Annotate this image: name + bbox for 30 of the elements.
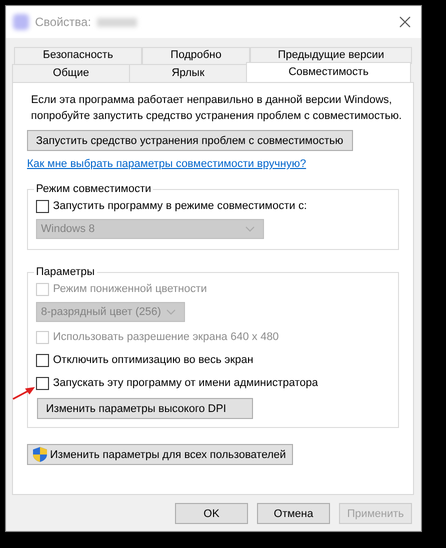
checkbox-label: Запустить программу в режиме совместимости с: <box>53 200 307 212</box>
dialog-button[interactable]: Отмена <box>257 503 330 524</box>
troubleshoot-button[interactable]: Запустить средство устранения проблем с совместимостью <box>27 130 353 151</box>
tab[interactable]: Общие <box>12 64 130 82</box>
help-link[interactable]: Как мне выбрать параметры совместимости вручную? <box>27 158 306 170</box>
checkbox-label: Режим пониженной цветности <box>53 283 207 295</box>
checkbox[interactable] <box>36 376 49 390</box>
all-users-button[interactable]: Изменить параметры для всех пользователей <box>27 444 293 465</box>
app-icon <box>13 14 29 30</box>
blurred-name <box>97 18 138 26</box>
shield-icon <box>32 446 48 463</box>
chevron-down-icon <box>166 309 176 315</box>
window-title: Свойства: <box>35 15 92 29</box>
dialog-button[interactable]: OK <box>175 503 248 524</box>
tab[interactable]: Совместимость <box>246 62 411 82</box>
checkbox-label: Запускать эту программу от имени администратора <box>53 377 318 389</box>
checkbox-label: Отключить оптимизацию во весь экран <box>53 354 254 366</box>
group-title: Параметры <box>35 266 96 278</box>
checkbox-label: Использовать разрешение экрана 640 x 480 <box>53 331 279 343</box>
group-title: Режим совместимости <box>35 183 152 195</box>
close-icon[interactable] <box>399 16 411 28</box>
checkbox[interactable] <box>36 354 49 366</box>
checkbox[interactable] <box>36 200 49 212</box>
description-text: попробуйте запустить средство устранения проблем с совместимостью. <box>31 109 402 124</box>
high-dpi-button[interactable]: Изменить параметры высокого DPI <box>37 398 253 419</box>
annotation-arrow <box>12 386 36 400</box>
description-text: Если эта программа работает неправильно в данной версии Windows, <box>31 93 392 108</box>
tab[interactable]: Подробно <box>142 47 250 64</box>
tab[interactable]: Безопасность <box>14 47 142 64</box>
chevron-down-icon <box>245 226 255 232</box>
